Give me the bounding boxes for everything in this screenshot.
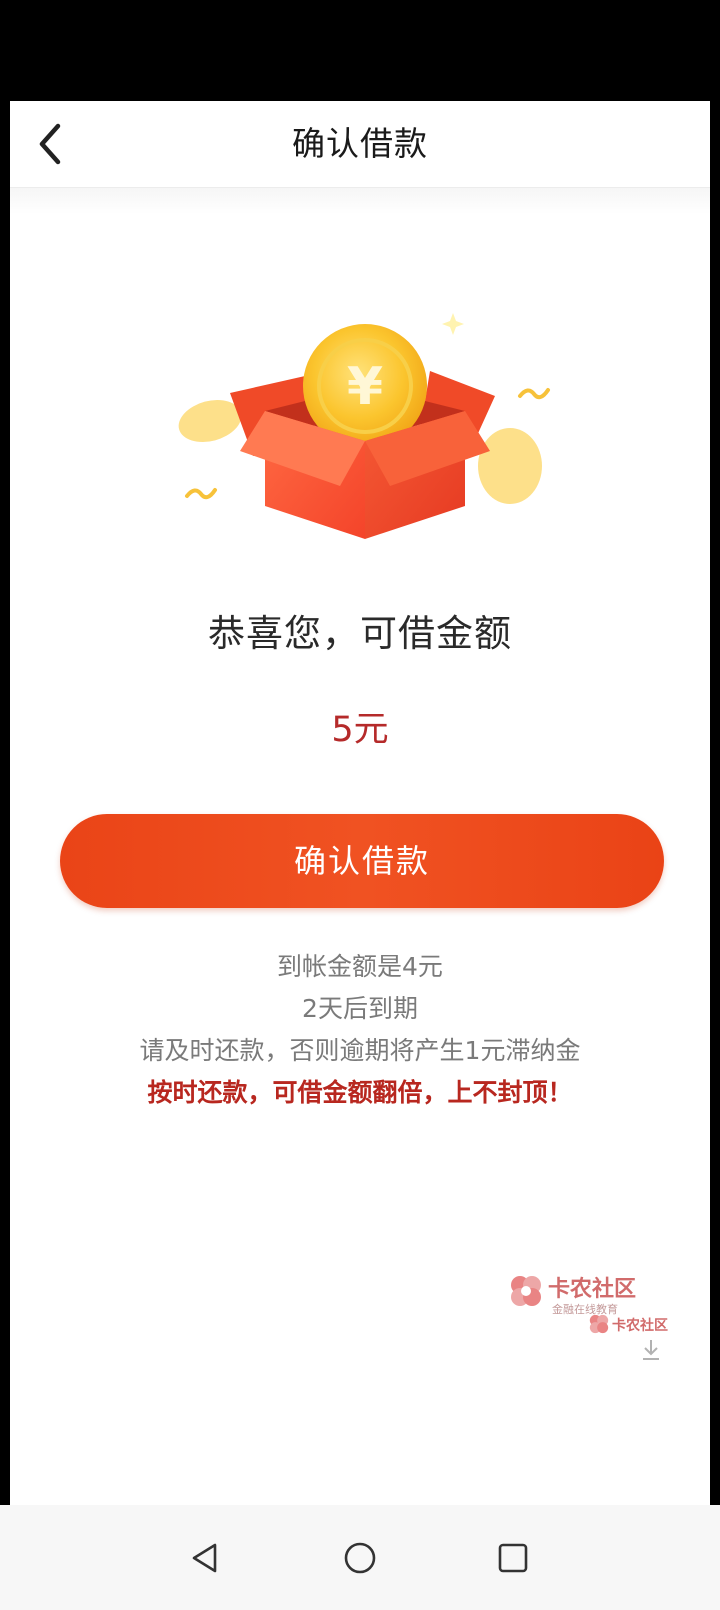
watermark-name: 卡农社区 bbox=[548, 1277, 637, 1302]
svg-text:¥: ¥ bbox=[347, 357, 383, 417]
watermark-logo-small-icon bbox=[589, 1314, 609, 1334]
header-divider bbox=[10, 188, 710, 214]
nav-back-button[interactable] bbox=[180, 1533, 230, 1583]
watermark-name-small: 卡农社区 bbox=[612, 1318, 668, 1334]
chevron-left-icon bbox=[39, 123, 61, 165]
congrats-text: 恭喜您，可借金额 bbox=[208, 612, 512, 655]
circle-home-icon bbox=[344, 1542, 376, 1574]
info-line-late-fee: 请及时还款，否则逾期将产生1元滞纳金 bbox=[139, 1036, 581, 1065]
nav-home-button[interactable] bbox=[335, 1533, 385, 1583]
system-navbar bbox=[0, 1505, 720, 1610]
back-button[interactable] bbox=[30, 119, 70, 169]
info-line-received: 到帐金额是4元 bbox=[277, 952, 443, 981]
watermark-logo-icon bbox=[511, 1276, 541, 1306]
nav-recents-button[interactable] bbox=[488, 1533, 538, 1583]
watermark: 卡农社区 金融在线教育 卡农社区 bbox=[508, 1269, 678, 1369]
confirm-loan-button[interactable]: 确认借款 bbox=[60, 814, 664, 908]
square-recents-icon bbox=[498, 1543, 528, 1573]
info-line-due: 2天后到期 bbox=[302, 994, 418, 1023]
download-icon bbox=[643, 1340, 659, 1360]
loan-amount: 5元 bbox=[331, 710, 389, 750]
loan-info: 到帐金额是4元 2天后到期 请及时还款，否则逾期将产生1元滞纳金 按时还款，可借… bbox=[10, 946, 710, 1114]
info-line-promo: 按时还款，可借金额翻倍，上不封顶！ bbox=[147, 1078, 573, 1107]
app-screen: 确认借款 ¥ 恭喜您，可借金额 5元 确认借款 到帐金额是4元 2天后到期 请及… bbox=[10, 101, 710, 1505]
app-header: 确认借款 bbox=[10, 101, 710, 188]
gift-box-coin-icon: ¥ bbox=[165, 301, 565, 561]
triangle-back-icon bbox=[192, 1543, 217, 1573]
page-title: 确认借款 bbox=[292, 124, 428, 163]
